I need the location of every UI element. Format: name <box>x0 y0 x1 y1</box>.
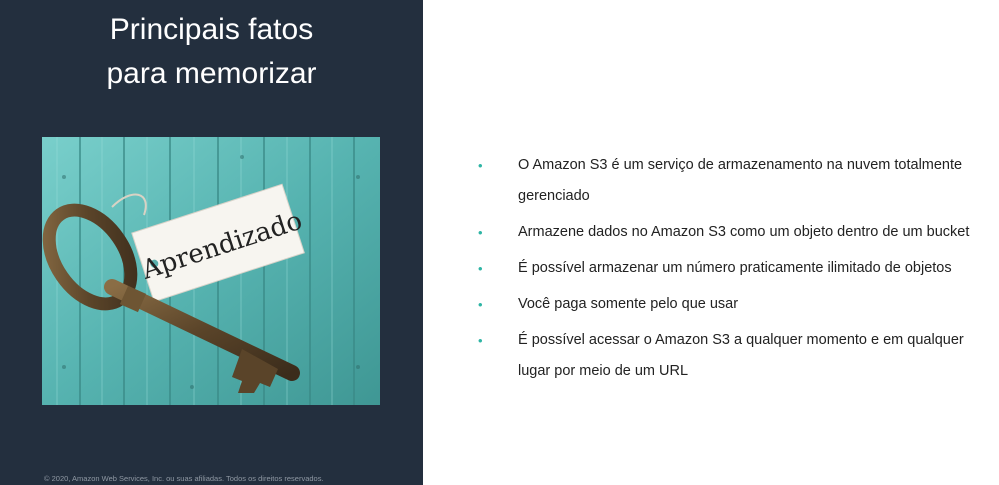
list-item-text: É possível armazenar um número praticame… <box>518 260 952 276</box>
list-item-text: É possível acessar o Amazon S3 a qualque… <box>518 332 964 379</box>
list-item: • É possível acessar o Amazon S3 a qualq… <box>478 325 988 387</box>
list-item-text: Armazene dados no Amazon S3 como um obje… <box>518 224 970 240</box>
bullet-icon: • <box>478 297 483 312</box>
list-item: • É possível armazenar um número pratica… <box>478 253 988 284</box>
copyright-notice: © 2020, Amazon Web Services, Inc. ou sua… <box>44 474 324 483</box>
list-item-text: O Amazon S3 é um serviço de armazenament… <box>518 157 963 204</box>
list-item: • Armazene dados no Amazon S3 como um ob… <box>478 217 988 248</box>
bullet-icon: • <box>478 261 483 276</box>
slide-title-line-1: Principais fatos <box>109 13 314 46</box>
bullet-icon: • <box>478 333 483 348</box>
bullet-icon: • <box>478 225 483 240</box>
slide-title: Principais fatos para memorizar <box>0 8 423 96</box>
list-item-text: Você paga somente pelo que usar <box>518 296 739 312</box>
key-with-tag-illustration: Aprendizado <box>42 137 380 405</box>
learning-key-image: Aprendizado <box>42 137 380 405</box>
list-item: • O Amazon S3 é um serviço de armazename… <box>478 150 988 212</box>
list-item: • Você paga somente pelo que usar <box>478 289 988 320</box>
key-facts-list: • O Amazon S3 é um serviço de armazename… <box>478 150 988 392</box>
slide-title-line-2: para memorizar <box>106 57 317 90</box>
left-panel: Principais fatos para memorizar Aprendiz… <box>0 0 423 485</box>
bullet-icon: • <box>478 158 483 173</box>
right-panel: • O Amazon S3 é um serviço de armazename… <box>423 0 999 485</box>
